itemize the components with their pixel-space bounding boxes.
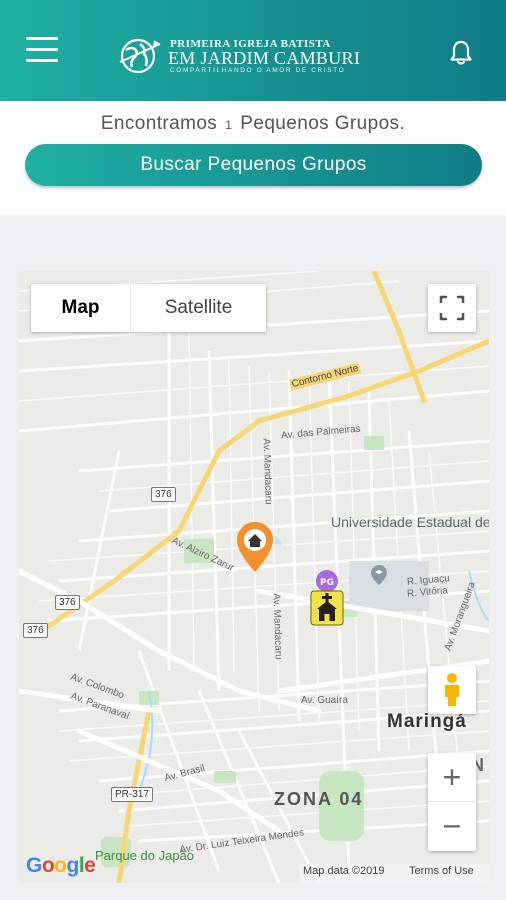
road-label-mandacaru-north: Av. Mandacaru <box>260 438 274 505</box>
results-summary: Encontramos 1 Pequenos Grupos. Buscar Pequ… <box>0 101 506 215</box>
found-prefix: Encontramos <box>100 113 218 134</box>
google-map[interactable]: Contorno Norte Av. das Palmeiras Av. Man… <box>19 271 489 883</box>
terms-of-use-link[interactable]: Terms of Use <box>409 865 474 877</box>
google-logo: Google <box>26 854 96 877</box>
university-label: Universidade Estadual de Maringá <box>331 514 489 530</box>
map-type-control: Map Satellite <box>31 284 266 332</box>
zoom-control: + − <box>428 753 476 851</box>
found-count: 1 <box>225 118 233 132</box>
university-place-icon <box>371 565 387 585</box>
highway-shield: 376 <box>151 487 176 502</box>
map-type-map-button[interactable]: Map <box>31 284 131 332</box>
found-suffix: Pequenos Grupos. <box>240 113 406 134</box>
home-pin-icon[interactable] <box>237 522 273 572</box>
park-label: Parque do Japão <box>95 848 195 863</box>
church-marker-icon[interactable]: PG <box>307 569 347 627</box>
city-label: Maringá <box>387 711 467 732</box>
zone-label: ZONA 04 <box>274 789 364 809</box>
map-data-attribution: Map data ©2019 <box>303 865 385 877</box>
app-header: PRIMEIRA IGREJA BATISTA EM JARDIM CAMBUR… <box>0 0 506 101</box>
hamburger-menu-icon[interactable] <box>26 37 58 63</box>
bell-icon[interactable] <box>449 40 473 66</box>
search-groups-button[interactable]: Buscar Pequenos Grupos <box>25 144 482 186</box>
map-type-satellite-button[interactable]: Satellite <box>131 284 266 332</box>
highway-shield: 376 <box>23 623 48 638</box>
road-label-guaira: Av. Guaíra <box>301 695 348 706</box>
pegman-street-view-icon[interactable] <box>428 666 476 714</box>
logo-tagline: COMPARTILHANDO O AMOR DE CRISTO <box>170 67 346 74</box>
fullscreen-icon[interactable] <box>428 284 476 332</box>
globe-logo-icon <box>119 38 161 74</box>
zoom-out-button[interactable]: − <box>428 802 476 851</box>
zoom-in-button[interactable]: + <box>428 753 476 802</box>
highway-shield: 376 <box>55 595 80 610</box>
church-logo: PRIMEIRA IGREJA BATISTA EM JARDIM CAMBUR… <box>118 34 360 78</box>
logo-line2: EM JARDIM CAMBURI <box>168 48 361 68</box>
results-count-text: Encontramos 1 Pequenos Grupos. <box>0 113 506 135</box>
svg-text:PG: PG <box>320 578 334 588</box>
highway-shield: PR-317 <box>111 787 153 802</box>
road-label-mandacaru-south: Av. Mandacaru <box>270 593 284 660</box>
